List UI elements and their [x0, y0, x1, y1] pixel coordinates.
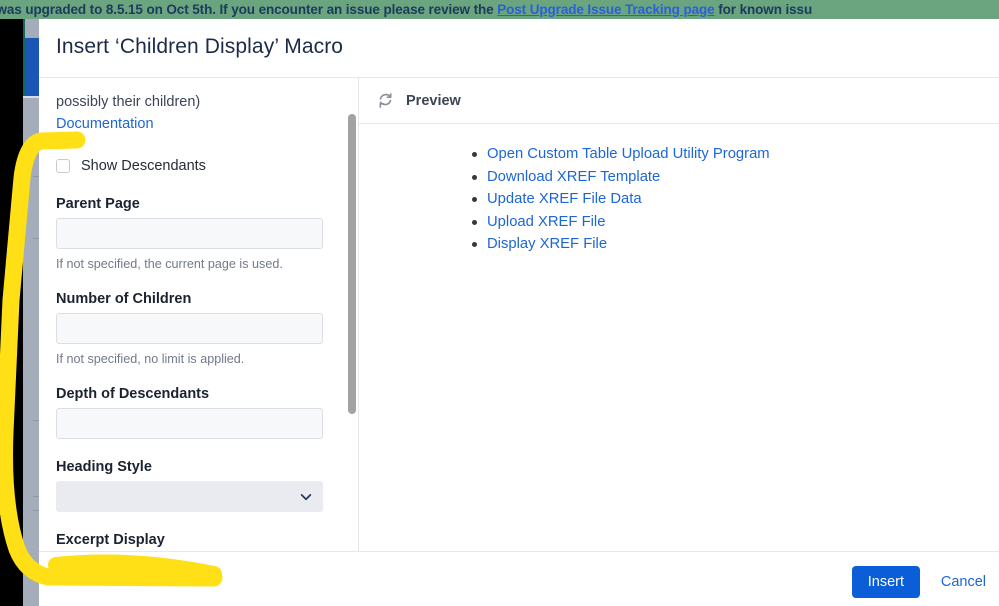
parent-page-hint: If not specified, the current page is us… — [56, 257, 283, 271]
banner-text-after: for known issu — [714, 2, 813, 17]
refresh-icon[interactable] — [377, 92, 394, 109]
preview-body: Open Custom Table Upload Utility Program… — [359, 124, 999, 551]
dialog-footer: Select macro Insert Cancel — [39, 551, 999, 606]
macro-preview-panel: Preview Open Custom Table Upload Utility… — [359, 78, 999, 551]
parent-page-input[interactable] — [56, 218, 323, 249]
number-of-children-input[interactable] — [56, 313, 323, 344]
show-descendants-row[interactable]: Show Descendants — [56, 156, 341, 176]
cancel-button[interactable]: Cancel — [935, 566, 992, 598]
parent-page-label: Parent Page — [56, 196, 140, 212]
list-item[interactable]: Upload XREF File — [470, 211, 999, 234]
list-item[interactable]: Update XREF File Data — [470, 188, 999, 211]
background-dark-overlay — [0, 19, 23, 606]
heading-style-select[interactable] — [56, 481, 323, 512]
number-of-children-label: Number of Children — [56, 291, 192, 307]
insert-macro-dialog: Insert ‘Children Display’ Macro possibly… — [39, 19, 999, 606]
banner-text-before: ce was upgraded to 8.5.15 on Oct 5th. If… — [0, 2, 498, 17]
select-macro-link[interactable]: Select macro — [46, 571, 131, 587]
macro-parameter-form: possibly their children) Documentation S… — [39, 78, 358, 551]
show-descendants-checkbox[interactable] — [56, 159, 70, 173]
form-scrollbar-thumb[interactable] — [348, 114, 356, 414]
dialog-title: Insert ‘Children Display’ Macro — [56, 35, 344, 58]
depth-of-descendants-input[interactable] — [56, 408, 323, 439]
number-of-children-hint: If not specified, no limit is applied. — [56, 352, 245, 366]
macro-description-tail: possibly their children) — [56, 94, 201, 110]
documentation-link[interactable]: Documentation — [56, 113, 341, 135]
list-item[interactable]: Display XREF File — [470, 233, 999, 256]
screenshot-root: ce was upgraded to 8.5.15 on Oct 5th. If… — [0, 0, 999, 606]
banner-link[interactable]: Post Upgrade Issue Tracking page — [497, 2, 714, 17]
list-item[interactable]: Download XREF Template — [470, 166, 999, 189]
background-left-column — [23, 19, 39, 606]
excerpt-display-label: Excerpt Display — [56, 532, 165, 548]
heading-style-label: Heading Style — [56, 459, 152, 475]
background-teal-edge — [23, 19, 25, 96]
preview-children-list: Open Custom Table Upload Utility Program… — [359, 124, 999, 256]
list-item[interactable]: Open Custom Table Upload Utility Program — [470, 143, 999, 166]
show-descendants-label: Show Descendants — [81, 158, 206, 174]
background-divider — [23, 96, 39, 98]
banner-text: ce was upgraded to 8.5.15 on Oct 5th. If… — [0, 0, 812, 19]
site-upgrade-banner: ce was upgraded to 8.5.15 on Oct 5th. If… — [0, 0, 999, 19]
dialog-header: Insert ‘Children Display’ Macro — [39, 19, 999, 78]
depth-of-descendants-label: Depth of Descendants — [56, 386, 210, 402]
insert-button[interactable]: Insert — [851, 566, 920, 598]
dialog-body: possibly their children) Documentation S… — [39, 78, 999, 551]
preview-title: Preview — [406, 92, 461, 109]
heading-style-select-wrap — [56, 481, 323, 512]
preview-header: Preview — [359, 78, 999, 124]
background-blue-card — [23, 38, 39, 96]
